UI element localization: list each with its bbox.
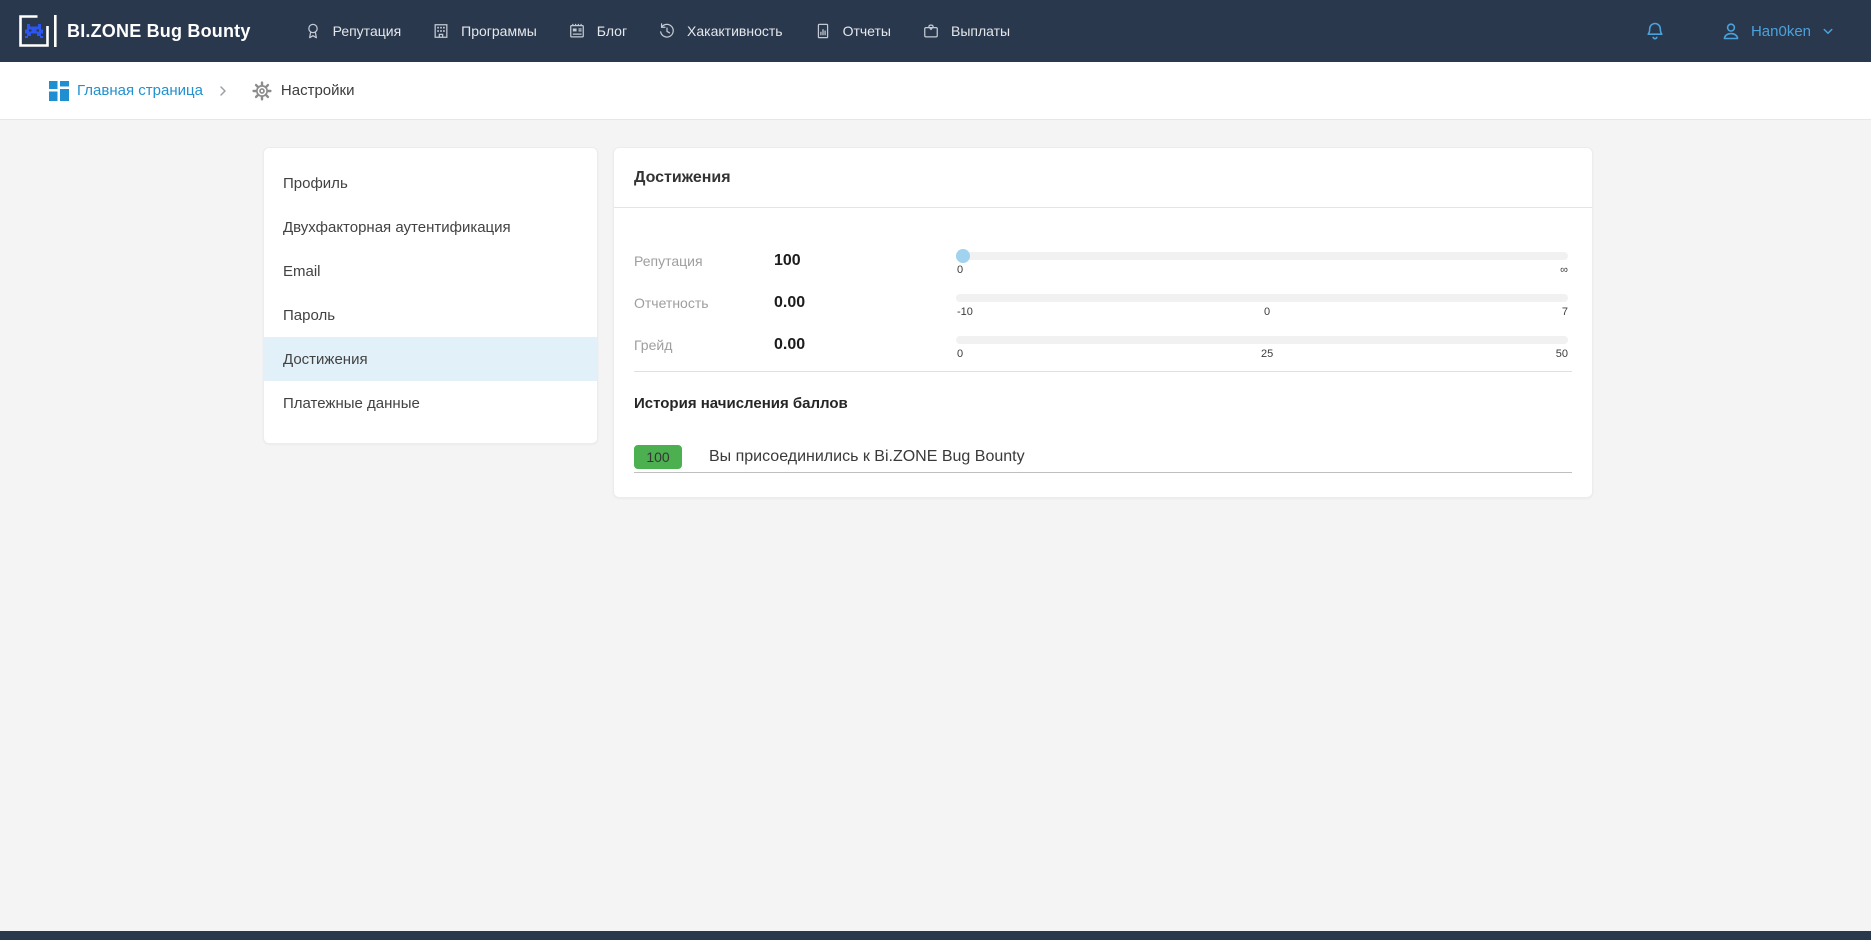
points-history-title: История начисления баллов xyxy=(634,396,1572,412)
slider-mark-max: 50 xyxy=(1556,347,1568,361)
user-icon xyxy=(1719,19,1743,43)
grade-slider: 0 25 50 xyxy=(956,322,1572,364)
sidebar-item-2fa[interactable]: Двухфакторная аутентификация xyxy=(264,205,597,249)
metric-row-reporting: Отчетность 0.00 -10 0 7 xyxy=(634,280,1572,322)
sidebar-item-payment-data[interactable]: Платежные данные xyxy=(264,381,597,425)
history-entry-text: Вы присоединились к Bi.ZONE Bug Bounty xyxy=(709,448,1025,466)
breadcrumb-home-label: Главная страница xyxy=(77,82,203,99)
slider-mark-min: 0 xyxy=(957,263,963,277)
top-nav: BI.ZONE Bug Bounty Репутация xyxy=(0,0,1871,62)
gear-icon xyxy=(251,80,273,102)
nav-item-blog[interactable]: Блог xyxy=(567,21,627,41)
sidebar-item-achievements[interactable]: Достижения xyxy=(264,337,597,381)
slider-handle[interactable] xyxy=(956,249,970,263)
building-icon xyxy=(431,21,451,41)
nav-menu: Репутация Программы xyxy=(273,21,1011,41)
achievements-panel: Достижения Репутация 100 0 ∞ Отчетность … xyxy=(613,147,1593,498)
slider-track xyxy=(956,294,1568,302)
breadcrumb-current-label: Настройки xyxy=(281,82,355,99)
nav-item-hacktivity[interactable]: Хакактивность xyxy=(657,21,783,41)
metric-label: Репутация xyxy=(634,238,774,269)
slider-mark-max: ∞ xyxy=(1560,263,1568,277)
username: Han0ken xyxy=(1751,23,1811,40)
nav-item-label: Репутация xyxy=(333,23,402,39)
metric-value: 100 xyxy=(774,238,956,270)
panel-title: Достижения xyxy=(614,148,1592,208)
metrics-section: Репутация 100 0 ∞ Отчетность 0.00 -10 0 … xyxy=(634,208,1572,372)
sidebar-item-profile[interactable]: Профиль xyxy=(264,161,597,205)
history-icon xyxy=(657,21,677,41)
metric-value: 0.00 xyxy=(774,280,956,312)
metric-row-reputation: Репутация 100 0 ∞ xyxy=(634,238,1572,280)
slider-mark-min: -10 xyxy=(957,305,973,319)
nav-item-reports[interactable]: Отчеты xyxy=(813,21,891,41)
nav-right: Han0ken xyxy=(1643,19,1837,43)
settings-sidebar: Профиль Двухфакторная аутентификация Ema… xyxy=(263,147,598,444)
nav-item-label: Программы xyxy=(461,23,537,39)
nav-item-reputation[interactable]: Репутация xyxy=(303,21,402,41)
dashboard-icon xyxy=(48,80,70,102)
nav-item-programs[interactable]: Программы xyxy=(431,21,537,41)
breadcrumb-home-link[interactable]: Главная страница xyxy=(48,80,203,102)
nav-item-payouts[interactable]: Выплаты xyxy=(921,21,1010,41)
breadcrumb: Главная страница На xyxy=(0,62,1871,120)
chevron-down-icon xyxy=(1819,22,1837,40)
slider-track xyxy=(956,336,1568,344)
nav-item-label: Блог xyxy=(597,23,627,39)
brand-title: BI.ZONE Bug Bounty xyxy=(67,21,251,42)
sidebar-item-password[interactable]: Пароль xyxy=(264,293,597,337)
points-history-section: История начисления баллов 100 Вы присоед… xyxy=(634,396,1572,473)
reporting-slider: -10 0 7 xyxy=(956,280,1572,322)
slider-mark-min: 0 xyxy=(957,347,963,361)
blog-icon xyxy=(567,21,587,41)
breadcrumb-current: Настройки xyxy=(251,80,355,102)
medal-icon xyxy=(303,21,323,41)
chevron-right-icon xyxy=(215,83,231,99)
nav-item-label: Выплаты xyxy=(951,23,1010,39)
metric-label: Грейд xyxy=(634,322,774,353)
notifications-bell-icon[interactable] xyxy=(1643,19,1667,43)
history-entry: 100 Вы присоединились к Bi.ZONE Bug Boun… xyxy=(634,445,1572,473)
points-badge: 100 xyxy=(634,445,682,469)
footer-strip xyxy=(0,931,1871,940)
metric-label: Отчетность xyxy=(634,280,774,311)
bizone-logo-icon xyxy=(16,13,58,49)
nav-item-label: Отчеты xyxy=(843,23,891,39)
report-icon xyxy=(813,21,833,41)
content: Профиль Двухфакторная аутентификация Ema… xyxy=(263,147,1871,498)
user-menu[interactable]: Han0ken xyxy=(1719,19,1837,43)
payouts-icon xyxy=(921,21,941,41)
slider-mark-mid: 25 xyxy=(1261,347,1273,361)
reputation-slider: 0 ∞ xyxy=(956,238,1572,280)
metric-row-grade: Грейд 0.00 0 25 50 xyxy=(634,322,1572,364)
brand-logo[interactable]: BI.ZONE Bug Bounty xyxy=(16,13,251,49)
slider-mark-mid: 0 xyxy=(1264,305,1270,319)
slider-mark-max: 7 xyxy=(1562,305,1568,319)
sidebar-item-email[interactable]: Email xyxy=(264,249,597,293)
slider-track xyxy=(956,252,1568,260)
metric-value: 0.00 xyxy=(774,322,956,354)
nav-item-label: Хакактивность xyxy=(687,23,783,39)
